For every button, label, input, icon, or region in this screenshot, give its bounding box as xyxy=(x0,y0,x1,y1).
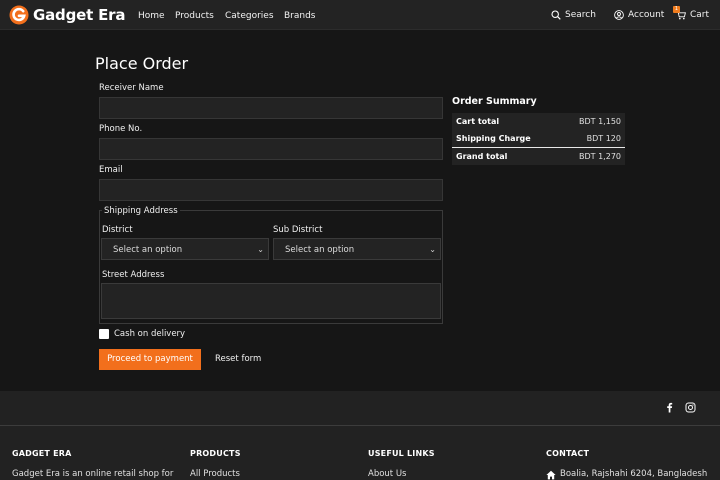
account-button[interactable]: Account xyxy=(614,9,664,21)
reset-form-button[interactable]: Reset form xyxy=(215,349,261,370)
chevron-down-icon: ⌄ xyxy=(429,245,436,254)
footer-link-about-us[interactable]: About Us xyxy=(368,469,406,480)
phone-input[interactable] xyxy=(99,138,443,160)
summary-label: Shipping Charge xyxy=(456,134,531,143)
summary-value: BDT 120 xyxy=(586,134,621,143)
summary-label: Grand total xyxy=(456,152,508,161)
footer-divider xyxy=(0,425,720,426)
brand-name[interactable]: Gadget Era xyxy=(33,5,125,25)
footer-heading-useful-links: USEFUL LINKS xyxy=(368,449,435,458)
summary-row-cart-total: Cart total BDT 1,150 xyxy=(452,113,625,130)
cash-on-delivery-label[interactable]: Cash on delivery xyxy=(114,329,185,340)
nav-home[interactable]: Home xyxy=(138,10,165,22)
instagram-icon[interactable] xyxy=(685,402,696,413)
summary-value: BDT 1,270 xyxy=(579,152,621,161)
nav-brands[interactable]: Brands xyxy=(284,10,316,22)
district-selected-value: Select an option xyxy=(113,245,183,255)
cart-count-badge: 1 xyxy=(673,6,680,13)
home-icon xyxy=(546,470,556,479)
account-icon xyxy=(614,10,624,20)
subdistrict-selected-value: Select an option xyxy=(285,245,355,255)
nav-products[interactable]: Products xyxy=(175,10,214,22)
footer-heading-contact: CONTACT xyxy=(546,449,590,458)
order-summary-title: Order Summary xyxy=(452,96,537,107)
footer-heading-gadget-era: GADGET ERA xyxy=(12,449,72,458)
phone-label: Phone No. xyxy=(99,124,143,134)
cash-on-delivery-checkbox[interactable] xyxy=(99,329,109,339)
cart-button[interactable]: Cart xyxy=(676,9,709,21)
page-title: Place Order xyxy=(95,54,189,73)
email-input[interactable] xyxy=(99,179,443,201)
cart-label: Cart xyxy=(690,10,710,20)
nav-categories[interactable]: Categories xyxy=(225,10,274,22)
subdistrict-label: Sub District xyxy=(273,225,323,235)
search-label: Search xyxy=(565,10,596,20)
search-button[interactable]: Search xyxy=(551,9,596,21)
street-address-textarea[interactable] xyxy=(101,283,441,319)
footer xyxy=(0,391,720,480)
street-address-label: Street Address xyxy=(102,270,165,280)
search-icon xyxy=(551,10,561,20)
footer-link-all-products[interactable]: All Products xyxy=(190,469,240,480)
summary-value: BDT 1,150 xyxy=(579,117,621,126)
district-label: District xyxy=(102,225,133,235)
proceed-to-payment-button[interactable]: Proceed to payment xyxy=(99,349,201,370)
footer-address: Boalia, Rajshahi 6204, Bangladesh xyxy=(546,469,707,480)
footer-address-text: Boalia, Rajshahi 6204, Bangladesh xyxy=(560,469,708,479)
email-label: Email xyxy=(99,165,123,175)
summary-row-grand-total: Grand total BDT 1,270 xyxy=(452,148,625,165)
district-select[interactable]: Select an option ⌄ xyxy=(101,238,269,260)
chevron-down-icon: ⌄ xyxy=(257,245,264,254)
receiver-name-label: Receiver Name xyxy=(99,83,164,93)
account-label: Account xyxy=(628,10,665,20)
footer-heading-products: PRODUCTS xyxy=(190,449,241,458)
receiver-name-input[interactable] xyxy=(99,97,443,119)
summary-label: Cart total xyxy=(456,117,500,126)
shipping-address-legend: Shipping Address xyxy=(102,206,180,217)
subdistrict-select[interactable]: Select an option ⌄ xyxy=(273,238,441,260)
footer-about-text: Gadget Era is an online retail shop for xyxy=(12,469,174,479)
summary-row-shipping: Shipping Charge BDT 120 xyxy=(452,130,625,147)
facebook-icon[interactable] xyxy=(664,402,675,413)
brand-logo-icon[interactable] xyxy=(9,5,29,25)
